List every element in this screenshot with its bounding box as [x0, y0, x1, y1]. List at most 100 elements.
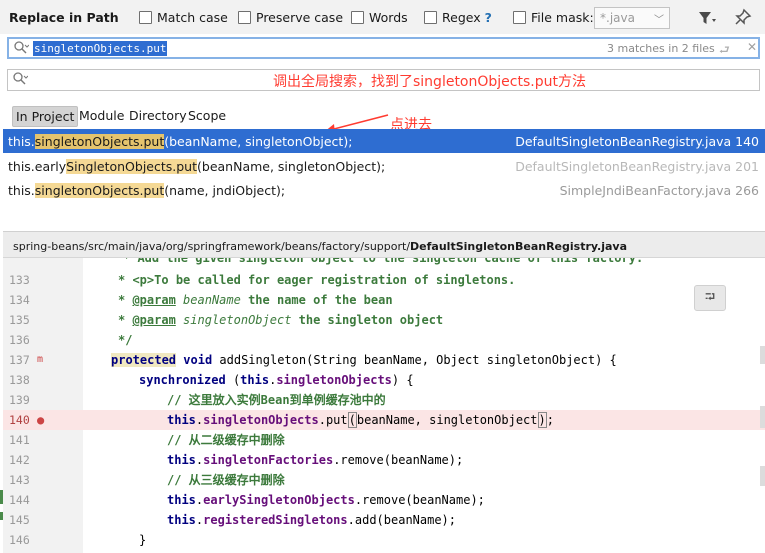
result-row[interactable]: this.earlySingletonObjects.put(beanName,… [3, 154, 765, 178]
enter-icon[interactable]: ⮐ [719, 41, 730, 62]
words-label: Words [369, 10, 408, 25]
line-number: 134 [9, 293, 30, 307]
gutter-marker [0, 490, 3, 504]
regex-label: Regex [442, 10, 481, 25]
code-text: } [139, 533, 147, 547]
line-number: 142 [9, 453, 30, 467]
file-mask-dropdown[interactable]: *.java ﹀ [594, 7, 670, 29]
words-checkbox[interactable]: Words [351, 10, 408, 25]
scrollbar-mark[interactable] [760, 346, 765, 364]
scrollbar-mark[interactable] [760, 406, 765, 428]
filter-icon[interactable] [697, 9, 717, 27]
file-mask-checkbox[interactable]: File mask: [513, 10, 594, 25]
dialog-header: Replace in Path Match case Preserve case… [0, 0, 765, 34]
words-box[interactable] [351, 11, 364, 24]
wrap-toggle-icon[interactable]: ⮒ [694, 285, 726, 311]
code-comment: // 从二级缓存中删除 [167, 433, 285, 447]
line-number: 135 [9, 313, 30, 327]
match-case-checkbox[interactable]: Match case [139, 10, 228, 25]
code-text: * @param singletonObject the singleton o… [118, 313, 444, 327]
result-file: SimpleJndiBeanFactory.java 266 [559, 182, 759, 198]
match-case-box[interactable] [139, 11, 152, 24]
code-comment: // 从三级缓存中删除 [167, 473, 285, 487]
replace-search-icon-svg [13, 72, 29, 85]
line-number: 138 [9, 373, 30, 387]
file-path-bar: spring-beans/src/main/java/org/springfra… [3, 232, 765, 258]
file-mask-box[interactable] [513, 11, 526, 24]
file-mask-value: *.java [600, 11, 635, 25]
code-text: protected void addSingleton(String beanN… [111, 353, 617, 367]
line-number: 146 [9, 533, 30, 547]
line-number: 144 [9, 493, 30, 507]
find-input[interactable]: singletonObjects.put 3 matches in 2 file… [7, 37, 760, 59]
pin-icon[interactable] [734, 8, 752, 26]
result-code: this.singletonObjects.put(name, jndiObje… [8, 182, 286, 198]
result-match: singletonObjects.put [34, 182, 165, 198]
preserve-case-box[interactable] [238, 11, 251, 24]
result-pre: this. [8, 182, 35, 198]
match-case-label: Match case [157, 10, 228, 25]
code-preview[interactable]: * Add the given singleton object to the … [3, 258, 765, 553]
method-icon[interactable]: m [37, 350, 43, 370]
code-line: 139 // 这里放入实例Bean到单例缓存池中的 [3, 390, 765, 410]
code-line: 136 */ [3, 330, 765, 350]
line-number: 136 [9, 333, 30, 347]
result-code: this.earlySingletonObjects.put(beanName,… [8, 158, 385, 174]
code-line: 138 synchronized (this.singletonObjects)… [3, 370, 765, 390]
replace-search-icon[interactable] [12, 71, 29, 90]
code-text: */ [118, 333, 133, 347]
result-match: singletonObjects.put [34, 133, 165, 149]
code-line: 142 this.singletonFactories.remove(beanN… [3, 450, 765, 470]
code-text: this.singletonObjects.put(beanName, sing… [167, 412, 554, 428]
search-icon[interactable] [13, 40, 30, 59]
code-line: 144 this.earlySingletonObjects.remove(be… [3, 490, 765, 510]
match-count: 3 matches in 2 files [607, 42, 715, 55]
breakpoint-icon[interactable]: ● [37, 410, 44, 430]
result-file: DefaultSingletonBeanRegistry.java 201 [515, 158, 759, 174]
code-line: 133 * <p>To be called for eager registra… [3, 270, 765, 290]
code-line: 135 * @param singletonObject the singlet… [3, 310, 765, 330]
line-number: 137 [9, 353, 30, 367]
code-comment: // 这里放入实例Bean到单例缓存池中的 [167, 393, 386, 407]
line-number: 141 [9, 433, 30, 447]
scope-tab-module[interactable]: Module [76, 106, 127, 125]
line-number: 139 [9, 393, 30, 407]
regex-checkbox[interactable]: Regex ? [424, 10, 492, 25]
search-icon-svg [14, 41, 30, 54]
line-number: 133 [9, 273, 30, 287]
result-row[interactable]: this.singletonObjects.put(name, jndiObje… [3, 178, 765, 202]
code-line: 143 // 从三级缓存中删除 [3, 470, 765, 490]
clear-icon[interactable]: ✕ [747, 40, 757, 54]
file-mask-label: File mask: [531, 10, 594, 25]
result-pre: this. [8, 133, 35, 149]
pin-icon-svg [735, 8, 752, 25]
code-line-current: 140 ● this.singletonObjects.put(beanName… [3, 410, 765, 430]
file-path-prefix: spring-beans/src/main/java/org/springfra… [13, 240, 411, 253]
code-line: 145 this.registeredSingletons.add(beanNa… [3, 510, 765, 530]
line-number: 140 [9, 413, 30, 427]
annotation-top: 调出全局搜索，找到了singletonObjects.put方法 [273, 74, 586, 90]
code-line: 146 } [3, 530, 765, 550]
code-text: this.singletonFactories.remove(beanName)… [167, 453, 464, 467]
result-code: this.singletonObjects.put(beanName, sing… [8, 133, 352, 149]
scope-tab-scope[interactable]: Scope [185, 106, 229, 125]
code-line: 134 * @param beanName the name of the be… [3, 290, 765, 310]
result-post: (name, jndiObject); [164, 182, 286, 198]
scope-tab-directory[interactable]: Directory [126, 106, 190, 125]
filter-icon-svg [699, 12, 716, 24]
regex-help-icon[interactable]: ? [485, 10, 492, 25]
preserve-case-checkbox[interactable]: Preserve case [238, 10, 343, 25]
scope-tab-in-project[interactable]: In Project [12, 106, 79, 127]
line-number: 143 [9, 473, 30, 487]
code-line: 141 // 从二级缓存中删除 [3, 430, 765, 450]
find-input-value: singletonObjects.put [33, 41, 168, 56]
code-text: this.registeredSingletons.add(beanName); [167, 513, 457, 527]
file-path-name: DefaultSingletonBeanRegistry.java [410, 240, 628, 253]
result-row[interactable]: this.singletonObjects.put(beanName, sing… [3, 129, 765, 153]
chevron-down-icon: ﹀ [654, 15, 664, 26]
code-text: this.earlySingletonObjects.remove(beanNa… [167, 493, 485, 507]
code-text: synchronized (this.singletonObjects) { [139, 373, 414, 387]
regex-box[interactable] [424, 11, 437, 24]
code-line: 137 m protected void addSingleton(String… [3, 350, 765, 370]
scrollbar-mark[interactable] [760, 466, 765, 486]
